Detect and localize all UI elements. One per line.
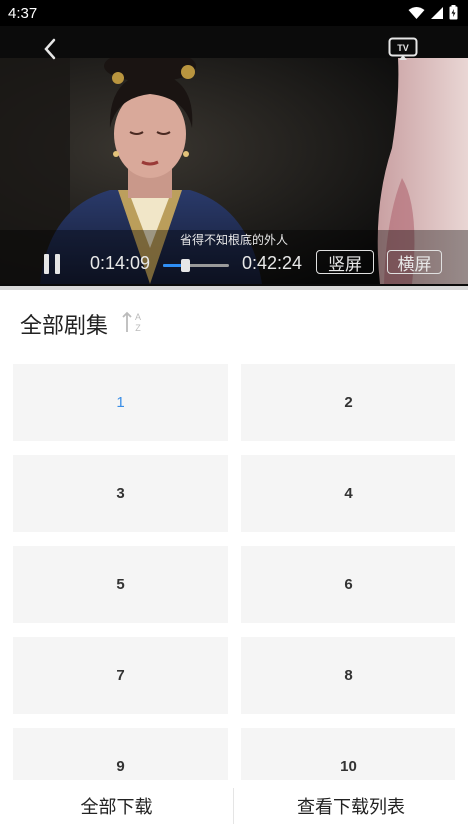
svg-text:TV: TV xyxy=(397,43,409,53)
episodes-header: 全部剧集 A Z xyxy=(0,290,468,352)
chevron-left-icon xyxy=(43,38,57,65)
svg-text:Z: Z xyxy=(135,323,141,333)
total-time: 0:42:24 xyxy=(242,253,303,273)
episode-tile-5[interactable]: 5 xyxy=(13,546,228,623)
progress-bar[interactable] xyxy=(163,259,229,272)
status-bar: 4:37 xyxy=(0,0,468,26)
episodes-title: 全部剧集 xyxy=(20,314,109,339)
episode-tile-4[interactable]: 4 xyxy=(241,455,455,532)
back-button[interactable] xyxy=(36,36,64,66)
episode-grid: 1 2 3 4 5 6 7 8 9 10 xyxy=(13,364,455,780)
episode-tile-3[interactable]: 3 xyxy=(13,455,228,532)
video-subtitle: 省得不知根底的外人 xyxy=(179,233,288,247)
portrait-mode-button[interactable]: 竖屏 xyxy=(316,250,374,275)
bottom-bar: 全部下载 查看下载列表 xyxy=(0,780,468,832)
battery-icon xyxy=(449,5,458,25)
episode-tile-7[interactable]: 7 xyxy=(13,637,228,714)
video-player[interactable]: TV 省得不知根底的外人 0:14:09 0:42:24 竖屏 横屏 xyxy=(0,26,468,286)
svg-text:A: A xyxy=(135,312,141,322)
current-time: 0:14:09 xyxy=(90,253,151,273)
sort-az-icon: A Z xyxy=(120,311,146,338)
status-time: 4:37 xyxy=(8,5,38,22)
wifi-icon xyxy=(408,6,425,25)
tv-cast-button[interactable]: TV xyxy=(386,36,420,66)
view-downloads-button[interactable]: 查看下载列表 xyxy=(234,780,468,832)
episode-tile-10[interactable]: 10 xyxy=(241,728,455,780)
pause-icon-bar-left xyxy=(44,254,49,274)
status-icons xyxy=(408,5,458,25)
download-all-button[interactable]: 全部下载 xyxy=(0,780,233,832)
episode-tile-2[interactable]: 2 xyxy=(241,364,455,441)
cellular-signal-icon xyxy=(430,6,444,25)
episode-tile-8[interactable]: 8 xyxy=(241,637,455,714)
player-controls: 0:14:09 0:42:24 竖屏 横屏 xyxy=(0,248,468,282)
progress-thumb[interactable] xyxy=(181,259,191,272)
episode-tile-9[interactable]: 9 xyxy=(13,728,228,780)
pause-icon-bar-right xyxy=(55,254,60,274)
episode-tile-6[interactable]: 6 xyxy=(241,546,455,623)
sort-button[interactable]: A Z xyxy=(120,310,146,334)
landscape-mode-button[interactable]: 横屏 xyxy=(387,250,442,275)
pause-button[interactable] xyxy=(40,252,64,276)
tv-cast-icon: TV xyxy=(388,37,418,66)
episode-tile-1[interactable]: 1 xyxy=(13,364,228,441)
